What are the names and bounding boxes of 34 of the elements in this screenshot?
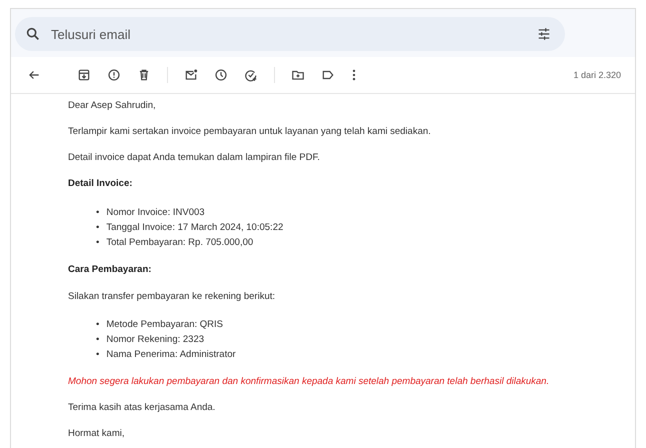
list-item: Tanggal Invoice: 17 March 2024, 10:05:22 bbox=[106, 221, 284, 235]
message-counter: 1 dari 2.320 bbox=[573, 70, 621, 80]
tag-icon[interactable] bbox=[321, 68, 335, 82]
body-text: Detail invoice dapat Anda temukan dalam lampiran file PDF. bbox=[68, 152, 321, 164]
body-text: Terima kasih atas kerjasama Anda. bbox=[68, 402, 216, 414]
bullet-mark: • bbox=[96, 348, 100, 362]
body-text: Silakan transfer pembayaran ke rekening berikut: bbox=[68, 291, 276, 303]
bullet-mark: • bbox=[96, 333, 100, 347]
list-item: Nomor Rekening: 2323 bbox=[106, 333, 204, 347]
list-item: Total Pembayaran: Rp. 705.000,00 bbox=[106, 236, 254, 250]
trash-icon[interactable] bbox=[137, 68, 151, 82]
list-item: Nama Penerima: Administrator bbox=[106, 348, 236, 362]
check-plus-icon[interactable] bbox=[244, 68, 258, 82]
section-heading: Detail Invoice: bbox=[68, 178, 134, 190]
body-text: Dear Asep Sahrudin, bbox=[68, 100, 157, 112]
filter-sliders-icon[interactable] bbox=[537, 27, 551, 41]
search-icon bbox=[25, 26, 41, 42]
list-item: Nomor Invoice: INV003 bbox=[106, 206, 205, 220]
body-text: Terlampir kami sertakan invoice pembayaran untuk layanan yang telah kami sediakan. bbox=[68, 126, 432, 138]
section-heading: Cara Pembayaran: bbox=[68, 264, 152, 276]
envelope-icon[interactable] bbox=[184, 68, 198, 82]
clock-icon[interactable] bbox=[214, 68, 228, 82]
bullet-mark: • bbox=[96, 221, 100, 235]
warning-text: Mohon segera lakukan pembayaran dan konfirmasikan kepada kami setelah pembayaran telah berhasil dilakukan. bbox=[68, 376, 550, 388]
search-field[interactable]: Telusuri email bbox=[15, 17, 565, 51]
more-icon[interactable] bbox=[351, 68, 357, 82]
list-item: Metode Pembayaran: QRIS bbox=[106, 318, 224, 332]
bullet-mark: • bbox=[96, 318, 100, 332]
report-icon[interactable] bbox=[107, 68, 121, 82]
bullet-mark: • bbox=[96, 236, 100, 250]
folder-icon[interactable] bbox=[291, 68, 305, 82]
archive-box-icon[interactable] bbox=[77, 68, 91, 82]
bullet-mark: • bbox=[96, 206, 100, 220]
body-text: Hormat kami, bbox=[68, 428, 126, 440]
